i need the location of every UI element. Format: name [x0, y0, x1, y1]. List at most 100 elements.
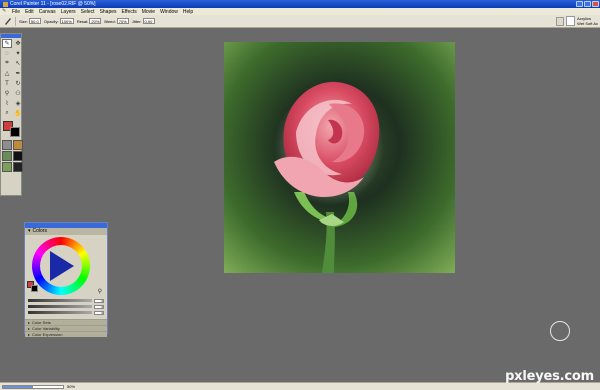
dropper-icon[interactable]: ⚲ [98, 288, 102, 295]
weaving-selector[interactable] [13, 151, 23, 161]
lasso-icon[interactable]: ◌ [2, 49, 12, 58]
hue-ring-inner [40, 245, 82, 287]
nozzle-selector[interactable] [13, 162, 23, 172]
opacity-input[interactable]: 100% [59, 18, 74, 24]
minimize-button[interactable] [576, 1, 583, 7]
expand-triangle-icon: ▸ [28, 326, 31, 331]
size-input[interactable]: 50.0 [28, 18, 41, 24]
slider-row-v: 0 [28, 310, 104, 315]
colors-palette-tab[interactable]: ▾ Colors [25, 228, 107, 235]
pattern-selector[interactable] [2, 151, 12, 161]
bleed-input[interactable]: 70% [116, 18, 129, 24]
value-value[interactable]: 0 [94, 310, 104, 315]
maximize-button[interactable] [584, 1, 591, 7]
resat-control: Resat: 20% [77, 18, 102, 24]
opacity-label: Opacity: [43, 18, 59, 24]
hue-value[interactable]: 0 [94, 298, 104, 303]
collapse-triangle-icon: ▾ [28, 228, 31, 234]
menu-layers[interactable]: Layers [61, 9, 76, 15]
toolbox-color-selector[interactable] [2, 121, 20, 137]
window-titlebar: Corel Painter 11 - [rose02.RIF @ 50%] [0, 0, 600, 8]
menu-effects[interactable]: Effects [122, 9, 137, 15]
property-bar: Size: 50.0 Opacity: 100% Resat: 20% Blee… [0, 15, 600, 28]
resat-label: Resat: [76, 18, 89, 24]
shape-icon[interactable]: △ [2, 69, 12, 78]
expand-triangle-icon: ▸ [28, 320, 31, 325]
additional-color-swatch[interactable] [31, 285, 38, 292]
opacity-control: Opacity: 100% [44, 18, 74, 24]
section-color-expression[interactable]: ▸ Color Expression [25, 331, 107, 337]
menu-canvas[interactable]: Canvas [39, 9, 56, 15]
rotate-page-icon[interactable]: ↻ [13, 79, 23, 88]
resat-input[interactable]: 20% [89, 18, 102, 24]
bleed-label: Bleed: [104, 18, 116, 24]
jitter-input[interactable]: 0.00 [142, 18, 155, 24]
size-control: Size: 50.0 [19, 18, 41, 24]
toolbox: ✎ ✥ ◌ ✦ ⌗ ↖ △ ✒ T ↻ ⚲ ⚇ ⌇ ◈ ⌕ ✋ [0, 33, 23, 196]
app-icon [3, 1, 8, 7]
saturation-slider[interactable] [28, 305, 92, 308]
saturation-value-triangle[interactable] [50, 251, 74, 281]
separator [15, 16, 16, 26]
menu-movie[interactable]: Movie [142, 9, 155, 15]
colors-palette: ▾ Colors ⚲ 0 0 0 ▸ Color Sets ▸ Color Va… [24, 222, 108, 337]
menu-file[interactable]: File [12, 9, 20, 15]
palette-sections: ▸ Color Sets ▸ Color Variability ▸ Color… [25, 319, 107, 337]
slider-row-s: 0 [28, 304, 104, 309]
color-sliders: 0 0 0 [25, 297, 107, 317]
hue-ring[interactable] [32, 237, 90, 295]
brush-selector-icon[interactable] [556, 16, 565, 26]
brush-cursor [550, 321, 570, 341]
zoom-fill [3, 385, 33, 388]
menu-select[interactable]: Select [81, 9, 95, 15]
zoom-slider[interactable] [2, 384, 64, 389]
transform-icon[interactable]: ↖ [13, 59, 23, 68]
menu-edit[interactable]: Edit [25, 9, 34, 15]
layer-adjuster-icon[interactable]: ✥ [13, 39, 23, 48]
brush-selector[interactable]: Acrylics Wet Soft Ac [577, 16, 598, 26]
section-label: Color Expression [32, 332, 63, 337]
saturation-value[interactable]: 0 [94, 304, 104, 309]
paint-bucket-icon[interactable]: ◈ [13, 99, 23, 108]
look-selector[interactable] [2, 162, 12, 172]
text-icon[interactable]: T [2, 79, 12, 88]
window-title: Corel Painter 11 - [rose02.RIF @ 50%] [10, 1, 96, 7]
brush-variant: Wet Soft Ac [577, 21, 598, 26]
additional-color-swatch[interactable] [10, 127, 20, 137]
jitter-label: Jitter: [131, 18, 142, 24]
rose-painting [274, 81, 384, 273]
brush-tool-icon[interactable] [3, 17, 12, 26]
watermark: pxleyes.com [505, 369, 594, 384]
rubber-stamp-icon[interactable]: ⚇ [13, 89, 23, 98]
dropper-icon[interactable]: ⌇ [2, 99, 12, 108]
menu-bar: ✎ File Edit Canvas Layers Select Shapes … [0, 8, 600, 15]
size-label: Size: [19, 18, 28, 24]
bleed-control: Bleed: 70% [104, 18, 129, 24]
brush-menu-icon: ✎ [2, 8, 7, 14]
colors-palette-title: Colors [32, 228, 47, 234]
menu-window[interactable]: Window [160, 9, 178, 15]
menu-shapes[interactable]: Shapes [100, 9, 117, 15]
jitter-control: Jitter: 0.00 [132, 18, 155, 24]
zoom-level[interactable]: 50% [67, 384, 75, 389]
close-button[interactable] [592, 1, 599, 7]
crop-icon[interactable]: ⌗ [2, 59, 12, 68]
section-label: Color Sets [32, 320, 51, 325]
section-label: Color Variability [32, 326, 60, 331]
hue-slider[interactable] [28, 299, 92, 302]
pen-icon[interactable]: ✒ [13, 69, 23, 78]
expand-triangle-icon: ▸ [28, 332, 31, 337]
grabber-icon[interactable]: ✋ [13, 109, 23, 118]
brush-tool-icon[interactable]: ✎ [2, 39, 12, 48]
gradient-selector[interactable] [13, 140, 23, 150]
painting-canvas[interactable] [224, 42, 455, 273]
menu-help[interactable]: Help [183, 9, 193, 15]
paper-selector[interactable] [2, 140, 12, 150]
zoom-icon[interactable]: ⌕ [2, 109, 12, 118]
magic-wand-icon[interactable]: ✦ [13, 49, 23, 58]
slider-row-h: 0 [28, 298, 104, 303]
value-slider[interactable] [28, 311, 92, 314]
brush-variant-preview[interactable] [566, 16, 576, 26]
cloner-icon[interactable]: ⚲ [2, 89, 12, 98]
color-wheel-area: ⚲ [25, 235, 107, 297]
